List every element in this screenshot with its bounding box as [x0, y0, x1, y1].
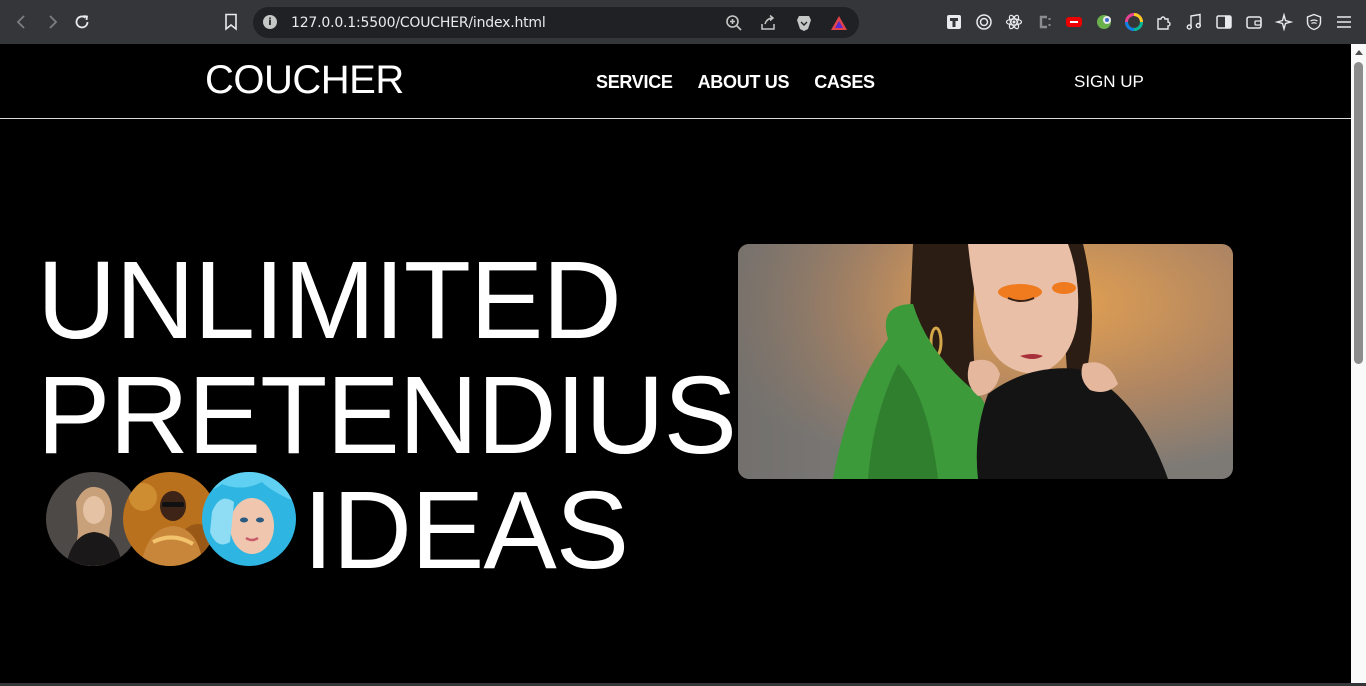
- nav-cases-link[interactable]: CASES: [814, 72, 875, 93]
- site-info-icon[interactable]: i: [263, 15, 277, 29]
- hero-headline-line-3: IDEAS: [303, 469, 629, 592]
- zoom-icon[interactable]: [724, 13, 744, 33]
- sidebar-icon[interactable]: [1214, 12, 1234, 32]
- web-page: COUCHER SERVICE ABOUT US CASES SIGN UP U…: [0, 44, 1351, 683]
- forward-icon[interactable]: [40, 10, 64, 34]
- hero-headline-line-1: UNLIMITED: [37, 239, 622, 362]
- avatar-woman-blue-paper: [202, 472, 296, 566]
- vertical-scrollbar[interactable]: [1351, 44, 1366, 683]
- bookmark-icon[interactable]: [220, 10, 242, 34]
- nav-service-link[interactable]: SERVICE: [596, 72, 673, 93]
- share-icon[interactable]: [758, 13, 778, 33]
- url-text[interactable]: 127.0.0.1:5500/COUCHER/index.html: [291, 15, 546, 31]
- brave-shield-icon[interactable]: [794, 13, 814, 33]
- site-header: COUCHER SERVICE ABOUT US CASES SIGN UP: [0, 44, 1351, 119]
- react-devtools-icon[interactable]: [1004, 12, 1024, 32]
- scroll-up-arrow-icon[interactable]: [1355, 50, 1363, 55]
- brave-rewards-icon[interactable]: [829, 13, 849, 33]
- youtube-extension-icon[interactable]: [1064, 12, 1084, 32]
- color-pick-extension-icon[interactable]: [1094, 12, 1114, 32]
- main-nav: SERVICE ABOUT US CASES: [596, 72, 875, 93]
- hero-headline-line-2: PRETENDIUS: [37, 354, 737, 477]
- reader-extension-icon[interactable]: [944, 12, 964, 32]
- vpn-shield-icon[interactable]: [1304, 12, 1324, 32]
- browser-toolbar: i 127.0.0.1:5500/COUCHER/index.html: [0, 0, 1366, 44]
- music-note-icon[interactable]: [1184, 12, 1204, 32]
- scrollbar-thumb[interactable]: [1354, 62, 1363, 364]
- wallet-icon[interactable]: [1244, 12, 1264, 32]
- logo[interactable]: COUCHER: [205, 58, 404, 103]
- color-wheel-extension-icon[interactable]: [1124, 12, 1144, 32]
- hero-photo: [738, 244, 1233, 479]
- puzzle-icon[interactable]: [1154, 12, 1174, 32]
- target-extension-icon[interactable]: [974, 12, 994, 32]
- css-extension-icon[interactable]: [1034, 12, 1054, 32]
- menu-icon[interactable]: [1334, 12, 1354, 32]
- leo-ai-icon[interactable]: [1274, 12, 1294, 32]
- back-icon[interactable]: [10, 10, 34, 34]
- nav-about-us-link[interactable]: ABOUT US: [698, 72, 790, 93]
- address-bar[interactable]: i 127.0.0.1:5500/COUCHER/index.html: [253, 7, 859, 38]
- reload-icon[interactable]: [70, 10, 94, 34]
- sign-up-link[interactable]: SIGN UP: [1074, 72, 1144, 92]
